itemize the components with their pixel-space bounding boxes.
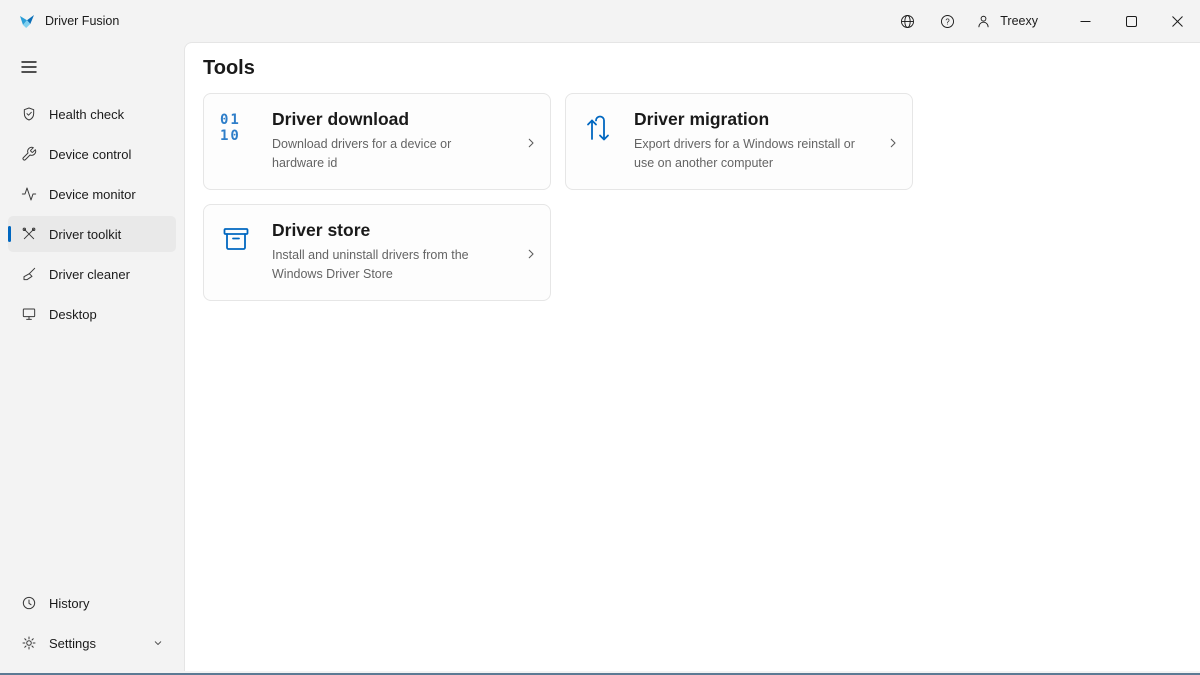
maximize-button[interactable]: [1108, 0, 1154, 42]
monitor-icon: [20, 306, 37, 323]
app-title: Driver Fusion: [45, 14, 119, 28]
main-content: Tools 01 10 Driver download Download dri…: [184, 42, 1200, 671]
clock-icon: [20, 595, 37, 612]
maximize-icon: [1126, 16, 1137, 27]
store-box-icon: [220, 220, 258, 287]
chevron-right-icon: [524, 136, 538, 150]
brush-icon: [20, 266, 37, 283]
card-title: Driver download: [272, 109, 502, 130]
wrench-icon: [20, 146, 37, 163]
card-driver-download[interactable]: 01 10 Driver download Download drivers f…: [203, 93, 551, 190]
gear-icon: [20, 635, 37, 652]
sidebar-item-driver-toolkit[interactable]: Driver toolkit: [8, 216, 176, 252]
sidebar-item-health-check[interactable]: Health check: [8, 96, 176, 132]
page-title: Tools: [203, 57, 1182, 80]
navigation-menu-button[interactable]: [10, 50, 48, 84]
sidebar-item-desktop[interactable]: Desktop: [8, 296, 176, 332]
sidebar-item-label: Device monitor: [49, 187, 136, 202]
svg-text:?: ?: [945, 17, 950, 26]
card-description: Export drivers for a Windows reinstall o…: [634, 135, 864, 173]
sidebar-item-label: History: [49, 596, 89, 611]
sidebar-item-label: Desktop: [49, 307, 97, 322]
account-button[interactable]: Treexy: [967, 4, 1052, 38]
titlebar: Driver Fusion ?: [0, 0, 1200, 42]
sidebar-item-label: Health check: [49, 107, 124, 122]
card-driver-store[interactable]: Driver store Install and uninstall drive…: [203, 204, 551, 301]
chevron-down-icon: [152, 637, 164, 649]
globe-icon: [899, 13, 916, 30]
close-button[interactable]: [1154, 0, 1200, 42]
sidebar-item-label: Driver toolkit: [49, 227, 121, 242]
minimize-icon: [1080, 16, 1091, 27]
tools-icon: [20, 226, 37, 243]
window-controls: [1062, 0, 1200, 42]
card-description: Install and uninstall drivers from the W…: [272, 246, 502, 284]
card-description: Download drivers for a device or hardwar…: [272, 135, 502, 173]
sidebar-item-history[interactable]: History: [8, 585, 176, 621]
sidebar-item-label: Device control: [49, 147, 131, 162]
activity-icon: [20, 186, 37, 203]
sidebar-item-label: Settings: [49, 636, 96, 651]
sidebar: Health check Device control Device monit…: [0, 42, 184, 671]
sidebar-item-device-control[interactable]: Device control: [8, 136, 176, 172]
sidebar-item-driver-cleaner[interactable]: Driver cleaner: [8, 256, 176, 292]
selection-indicator: [8, 226, 11, 242]
hamburger-icon: [21, 60, 37, 74]
language-globe-button[interactable]: [887, 4, 927, 38]
account-name: Treexy: [1000, 14, 1038, 28]
card-driver-migration[interactable]: Driver migration Export drivers for a Wi…: [565, 93, 913, 190]
close-icon: [1172, 16, 1183, 27]
migration-arrows-icon: [582, 109, 620, 176]
sidebar-item-device-monitor[interactable]: Device monitor: [8, 176, 176, 212]
sidebar-spacer: [6, 334, 178, 583]
binary-digits-icon: 01 10: [220, 109, 258, 176]
help-button[interactable]: ?: [927, 4, 967, 38]
sidebar-item-settings[interactable]: Settings: [8, 625, 176, 661]
shield-check-icon: [20, 106, 37, 123]
sidebar-item-label: Driver cleaner: [49, 267, 130, 282]
person-icon: [975, 13, 992, 30]
app-logo-icon: [18, 12, 36, 30]
help-icon: ?: [939, 13, 956, 30]
chevron-right-icon: [524, 247, 538, 261]
card-title: Driver migration: [634, 109, 864, 130]
chevron-right-icon: [886, 136, 900, 150]
card-title: Driver store: [272, 220, 502, 241]
minimize-button[interactable]: [1062, 0, 1108, 42]
tools-card-grid: 01 10 Driver download Download drivers f…: [203, 93, 1182, 301]
